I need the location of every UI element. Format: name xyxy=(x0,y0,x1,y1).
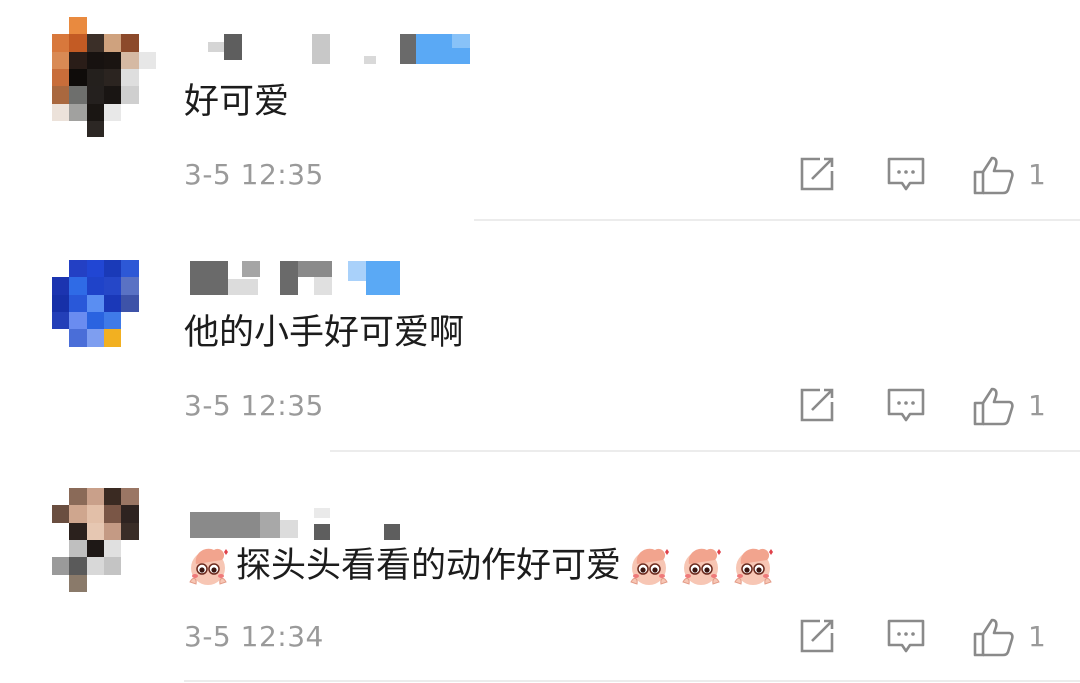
username-blurred[interactable] xyxy=(190,251,490,301)
like-count: 1 xyxy=(1028,389,1046,422)
reply-icon[interactable] xyxy=(886,617,926,659)
username-blurred[interactable] xyxy=(190,482,490,540)
peeking-face-emoji-icon xyxy=(677,542,725,590)
share-icon[interactable] xyxy=(798,386,836,428)
comment-timestamp: 3-5 12:34 xyxy=(184,620,324,653)
divider xyxy=(474,219,1080,221)
share-icon[interactable] xyxy=(798,155,836,197)
avatar[interactable] xyxy=(52,260,156,380)
comment-timestamp: 3-5 12:35 xyxy=(184,158,324,191)
avatar[interactable] xyxy=(52,17,156,137)
avatar[interactable] xyxy=(52,488,156,608)
like-count: 1 xyxy=(1028,158,1046,191)
comment-text: 他的小手好可爱啊 xyxy=(184,313,465,353)
reply-icon[interactable] xyxy=(886,386,926,428)
thumbs-up-icon[interactable] xyxy=(972,617,1016,661)
comment-text: 好可爱 xyxy=(184,82,290,122)
thumbs-up-icon[interactable] xyxy=(972,155,1016,199)
divider xyxy=(330,450,1080,452)
comment-item: 他的小手好可爱啊 3-5 12:35 1 xyxy=(0,231,1080,452)
divider xyxy=(184,680,1080,682)
peeking-face-emoji-icon xyxy=(729,542,777,590)
thumbs-up-icon[interactable] xyxy=(972,386,1016,430)
reply-icon[interactable] xyxy=(886,155,926,197)
comment-timestamp: 3-5 12:35 xyxy=(184,389,324,422)
peeking-face-emoji-icon xyxy=(625,542,673,590)
comment-item: 好可爱 3-5 12:35 1 xyxy=(0,0,1080,221)
share-icon[interactable] xyxy=(798,617,836,659)
peeking-face-emoji-icon xyxy=(184,542,232,590)
comment-text: 探头头看看的动作好可爱 xyxy=(184,542,777,590)
like-count: 1 xyxy=(1028,620,1046,653)
username-blurred[interactable] xyxy=(190,20,490,70)
comment-item: 探头头看看的动作好可爱 3-5 12:34 1 xyxy=(0,462,1080,683)
